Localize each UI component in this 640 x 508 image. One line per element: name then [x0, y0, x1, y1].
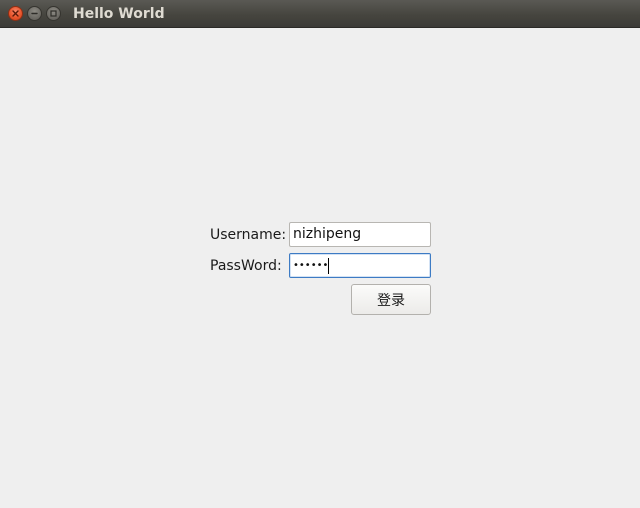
password-masked-value: ••••••	[293, 260, 329, 271]
password-input[interactable]: ••••••	[289, 253, 431, 278]
username-label: Username:	[210, 227, 287, 243]
title-bar[interactable]: Hello World	[0, 0, 640, 28]
username-input[interactable]: nizhipeng	[289, 222, 431, 247]
close-button[interactable]	[8, 6, 23, 21]
text-caret	[328, 257, 330, 274]
login-button-label: 登录	[377, 292, 405, 309]
password-label: PassWord:	[210, 258, 282, 274]
username-value: nizhipeng	[293, 226, 362, 242]
minimize-button[interactable]	[27, 6, 42, 21]
close-icon	[12, 10, 19, 17]
maximize-button[interactable]	[46, 6, 61, 21]
maximize-icon	[50, 10, 57, 17]
app-window: Hello World Username: nizhipeng PassWord…	[0, 0, 640, 508]
login-button[interactable]: 登录	[351, 284, 431, 315]
window-title: Hello World	[73, 6, 165, 22]
minimize-icon	[31, 12, 38, 15]
